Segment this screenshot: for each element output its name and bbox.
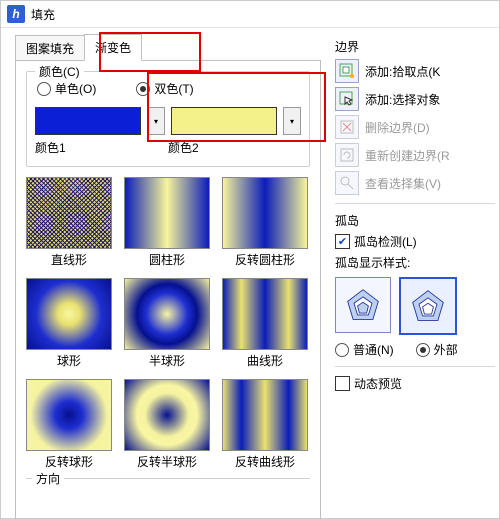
remove-boundary-label: 删除边界(D)	[365, 119, 430, 136]
radio-icon	[335, 343, 349, 357]
radio-icon	[37, 82, 51, 96]
swatch2-dropdown[interactable]: ▾	[283, 107, 301, 135]
add-pickpoint-label: 添加:拾取点(K	[365, 63, 440, 80]
view-set-label: 查看选择集(V)	[365, 175, 441, 192]
island-style-normal[interactable]	[335, 277, 391, 333]
gradient-thumb[interactable]: 反转半球形	[124, 379, 210, 470]
gradient-thumb-label: 半球形	[124, 352, 210, 369]
gradient-thumb-label: 曲线形	[222, 352, 308, 369]
dialog-window: h 填充 图案填充 渐变色 颜色(C) 单色(O)	[0, 0, 500, 519]
remove-icon	[339, 119, 355, 135]
divider	[335, 203, 495, 204]
gradient-thumb[interactable]: 直线形	[26, 177, 112, 268]
gradient-preview	[222, 379, 308, 451]
gradient-thumb[interactable]: 半球形	[124, 278, 210, 369]
color1-label: 颜色1	[35, 139, 168, 156]
gradient-preview	[124, 379, 210, 451]
island-title: 孤岛	[335, 212, 495, 229]
boundary-title: 边界	[335, 38, 495, 55]
color-group: 颜色(C) 单色(O) 双色(T)	[26, 71, 310, 167]
island-normal-label[interactable]: 普通(N)	[353, 341, 394, 358]
pickpoint-icon	[339, 63, 355, 79]
gradient-thumb-label: 反转球形	[26, 453, 112, 470]
swatch1-dropdown[interactable]: ▾	[147, 107, 165, 135]
recreate-boundary-label: 重新创建边界(R	[365, 147, 450, 164]
color2-label: 颜色2	[168, 139, 301, 156]
add-select-label: 添加:选择对象	[365, 91, 440, 108]
direction-group: 方向	[26, 478, 310, 483]
direction-legend: 方向	[32, 470, 64, 487]
tab-gradient[interactable]: 渐变色	[84, 34, 142, 61]
gradient-thumb[interactable]: 反转圆柱形	[222, 177, 308, 268]
island-detect-checkbox[interactable]: ✔ 孤岛检测(L)	[335, 233, 495, 250]
gradient-thumb[interactable]: 圆柱形	[124, 177, 210, 268]
island-detect-label: 孤岛检测(L)	[354, 233, 417, 250]
gradient-thumb-label: 反转圆柱形	[222, 251, 308, 268]
radio-double-color[interactable]: 双色(T)	[136, 80, 193, 97]
gradient-thumb[interactable]: 反转球形	[26, 379, 112, 470]
dynamic-preview-checkbox[interactable]: 动态预览	[335, 375, 495, 392]
view-set-button	[335, 171, 359, 195]
pentagon-normal-icon	[345, 287, 381, 323]
island-outer-label[interactable]: 外部	[434, 341, 458, 358]
island-style-label: 孤岛显示样式:	[335, 254, 495, 271]
app-icon: h	[7, 5, 25, 23]
checkbox-icon: ✔	[335, 234, 350, 249]
right-panel: 边界 添加:拾取点(K 添加:选择对象 删除边界(D)	[331, 28, 499, 519]
island-style-outer[interactable]	[399, 277, 457, 335]
add-select-button[interactable]	[335, 87, 359, 111]
chevron-down-icon: ▾	[290, 117, 294, 126]
gradient-thumb-label: 球形	[26, 352, 112, 369]
chevron-down-icon: ▾	[154, 117, 158, 126]
gradient-thumb-label: 反转曲线形	[222, 453, 308, 470]
gradient-thumb[interactable]: 反转曲线形	[222, 379, 308, 470]
window-title: 填充	[31, 6, 55, 23]
gradient-preview	[26, 278, 112, 350]
gradient-thumb[interactable]: 球形	[26, 278, 112, 369]
gradient-preview	[124, 177, 210, 249]
titlebar: h 填充	[1, 1, 499, 28]
gradient-preview	[222, 177, 308, 249]
pentagon-outer-icon	[410, 288, 446, 324]
radio-label: 单色(O)	[55, 80, 96, 97]
select-icon	[339, 91, 355, 107]
color-legend: 颜色(C)	[35, 63, 84, 80]
viewset-icon	[339, 175, 355, 191]
gradient-preview	[26, 379, 112, 451]
radio-icon	[416, 343, 430, 357]
gradient-thumb[interactable]: 曲线形	[222, 278, 308, 369]
gradient-preview	[124, 278, 210, 350]
add-pickpoint-button[interactable]	[335, 59, 359, 83]
gradient-thumb-label: 圆柱形	[124, 251, 210, 268]
swatch-color1[interactable]	[35, 107, 141, 135]
tab-body: 颜色(C) 单色(O) 双色(T)	[15, 60, 321, 519]
dynamic-preview-label: 动态预览	[354, 375, 402, 392]
gradient-thumb-label: 反转半球形	[124, 453, 210, 470]
gradient-preview	[26, 177, 112, 249]
tab-pattern[interactable]: 图案填充	[15, 35, 85, 61]
recreate-boundary-button	[335, 143, 359, 167]
gradient-thumb-label: 直线形	[26, 251, 112, 268]
recreate-icon	[339, 147, 355, 163]
radio-single-color[interactable]: 单色(O)	[37, 80, 96, 97]
remove-boundary-button	[335, 115, 359, 139]
radio-icon	[136, 82, 150, 96]
divider	[335, 366, 495, 367]
radio-label: 双色(T)	[154, 80, 193, 97]
checkbox-icon	[335, 376, 350, 391]
gradient-gallery: 直线形圆柱形反转圆柱形球形半球形曲线形反转球形反转半球形反转曲线形	[26, 177, 310, 470]
left-panel: 图案填充 渐变色 颜色(C) 单色(O) 双色(T)	[1, 28, 331, 519]
swatch-color2[interactable]	[171, 107, 277, 135]
gradient-preview	[222, 278, 308, 350]
